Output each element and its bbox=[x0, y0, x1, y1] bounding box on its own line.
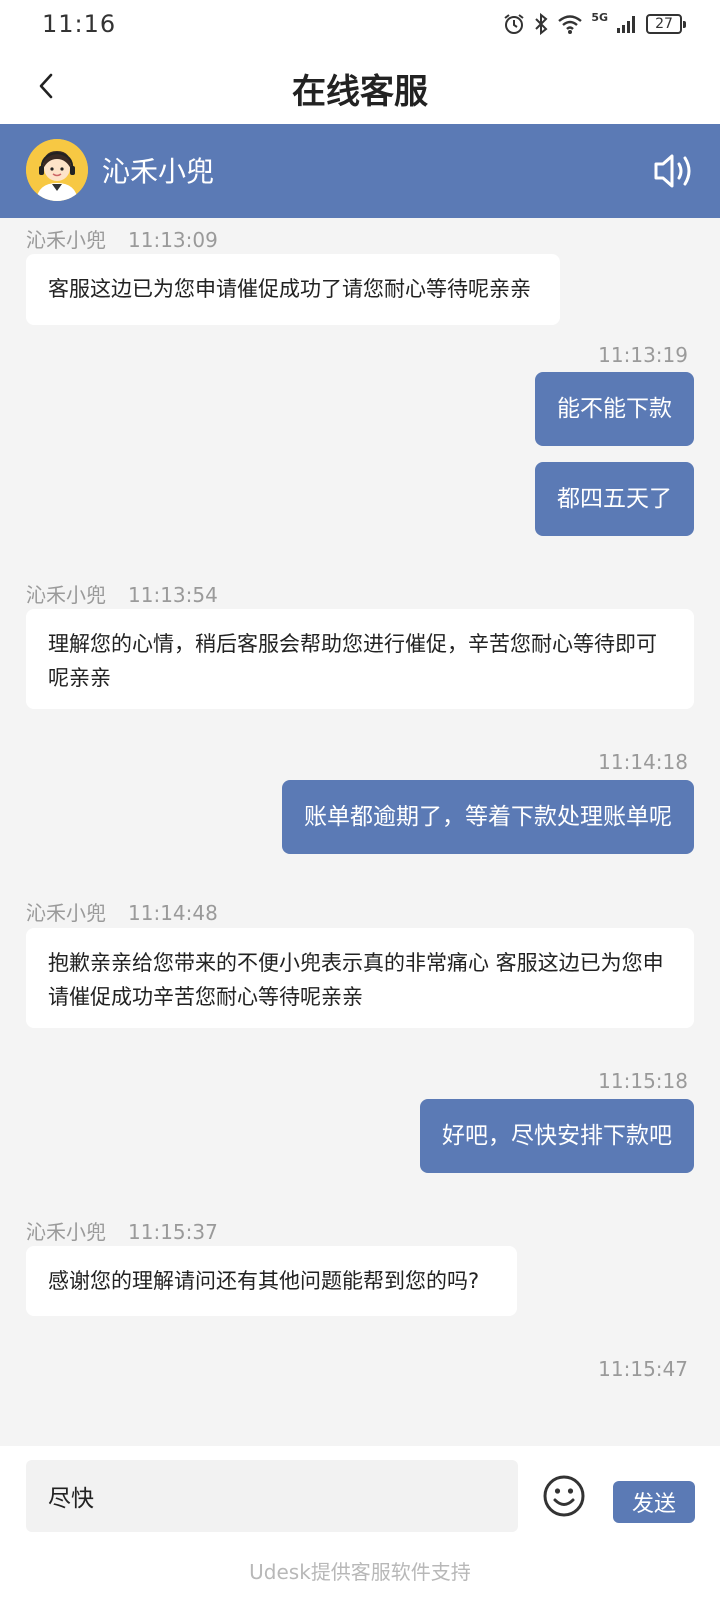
wifi-icon bbox=[558, 15, 583, 34]
status-icons: 5G 27 bbox=[503, 10, 686, 36]
message-meta: 沁禾小兜 11:15:37 bbox=[26, 1216, 218, 1245]
page-title: 在线客服 bbox=[292, 72, 428, 112]
battery-icon: 27 bbox=[646, 14, 686, 34]
message-time: 11:13:09 bbox=[128, 228, 218, 252]
send-button[interactable]: 发送 bbox=[613, 1481, 695, 1523]
message-time: 11:15:37 bbox=[128, 1220, 218, 1244]
speaker-toggle-button[interactable] bbox=[652, 150, 696, 192]
status-time: 11:16 bbox=[42, 10, 117, 38]
message-meta: 沁禾小兜 11:14:48 bbox=[26, 897, 218, 926]
emoji-button[interactable] bbox=[542, 1474, 586, 1518]
message-time: 11:13:19 bbox=[598, 343, 688, 367]
message-time: 11:14:18 bbox=[598, 750, 688, 774]
message-time: 11:15:47 bbox=[598, 1357, 688, 1381]
message-meta: 沁禾小兜 11:13:54 bbox=[26, 579, 218, 608]
network-type-label: 5G bbox=[591, 10, 608, 24]
sender-name: 沁禾小兜 bbox=[26, 901, 106, 925]
input-area: 发送 Udesk提供客服软件支持 bbox=[0, 1446, 720, 1612]
chat-message-list[interactable]: 沁禾小兜 11:13:09 客服这边已为您申请催促成功了请您耐心等待呢亲亲 11:… bbox=[0, 218, 720, 1446]
nav-bar: 在线客服 bbox=[0, 50, 720, 124]
message-input[interactable] bbox=[26, 1460, 518, 1532]
agent-avatar-icon bbox=[26, 139, 88, 201]
agent-message-bubble: 理解您的心情，稍后客服会帮助您进行催促，辛苦您耐心等待即可呢亲亲 bbox=[26, 609, 694, 709]
smiley-icon bbox=[543, 1475, 585, 1517]
agent-name: 沁禾小兜 bbox=[102, 155, 215, 188]
alarm-icon bbox=[504, 14, 524, 34]
user-message-bubble: 好吧，尽快安排下款吧 bbox=[420, 1099, 694, 1173]
powered-by-note: Udesk提供客服软件支持 bbox=[249, 1560, 471, 1584]
bluetooth-icon bbox=[535, 12, 548, 36]
message-time: 11:14:48 bbox=[128, 901, 218, 925]
user-message-bubble: 能不能下款 bbox=[535, 372, 694, 446]
sender-name: 沁禾小兜 bbox=[26, 583, 106, 607]
agent-message-bubble: 客服这边已为您申请催促成功了请您耐心等待呢亲亲 bbox=[26, 254, 560, 325]
agent-message-bubble: 抱歉亲亲给您带来的不便小兜表示真的非常痛心 客服这边已为您申请催促成功辛苦您耐心… bbox=[26, 928, 694, 1028]
sender-name: 沁禾小兜 bbox=[26, 228, 106, 252]
signal-icon bbox=[617, 16, 635, 33]
speaker-icon bbox=[654, 154, 691, 188]
agent-avatar bbox=[26, 139, 88, 201]
sender-name: 沁禾小兜 bbox=[26, 1220, 106, 1244]
user-message-bubble: 账单都逾期了，等着下款处理账单呢 bbox=[282, 780, 694, 854]
message-time: 11:15:18 bbox=[598, 1069, 688, 1093]
message-meta: 沁禾小兜 11:13:09 bbox=[26, 224, 218, 253]
agent-header: 沁禾小兜 bbox=[0, 124, 720, 218]
user-message-bubble: 都四五天了 bbox=[535, 462, 694, 536]
agent-message-bubble: 感谢您的理解请问还有其他问题能帮到您的吗? bbox=[26, 1246, 517, 1316]
status-bar: 11:16 5G 27 bbox=[0, 0, 720, 50]
message-time: 11:13:54 bbox=[128, 583, 218, 607]
